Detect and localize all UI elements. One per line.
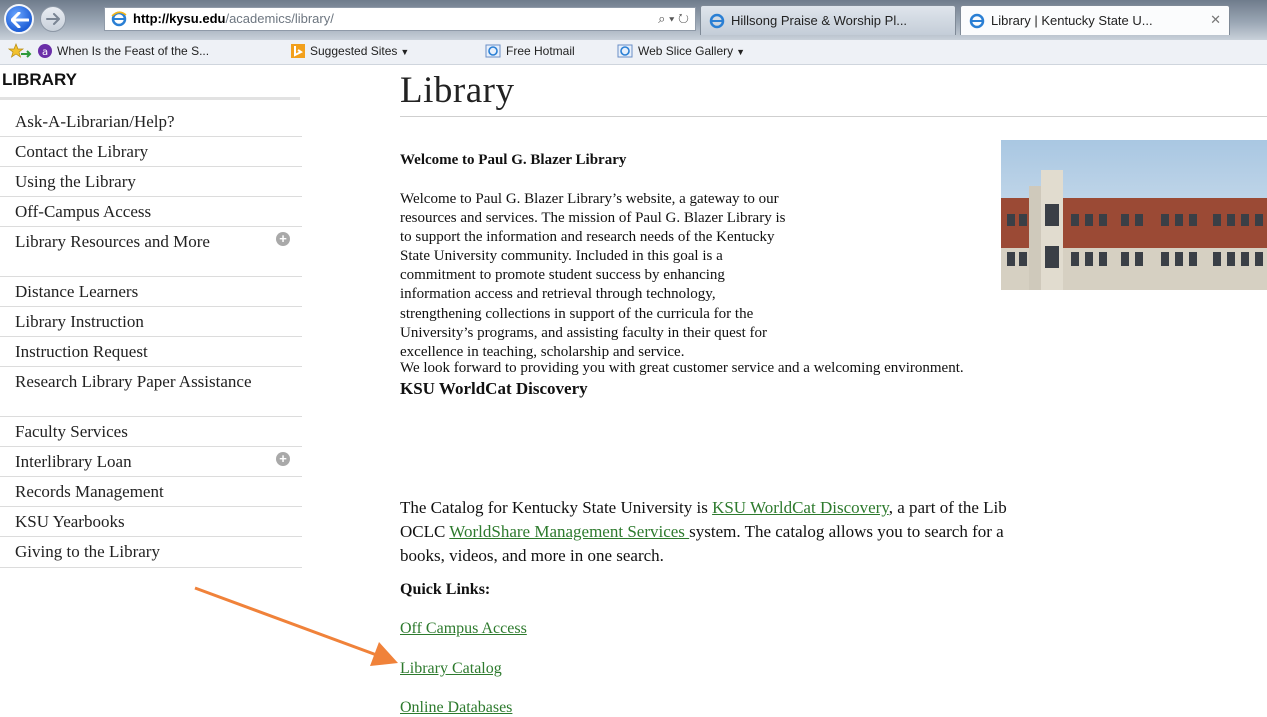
chevron-down-icon: ▼ bbox=[400, 47, 410, 57]
welcome-line: State University community. Included in … bbox=[400, 248, 723, 265]
sidebar-item-contact[interactable]: Contact the Library bbox=[0, 137, 302, 167]
quick-link-off-campus[interactable]: Off Campus Access bbox=[400, 620, 527, 638]
address-bar[interactable]: http://kysu.edu/academics/library/ ⌕ ▾ ↻ bbox=[104, 7, 696, 31]
welcome-line: excellence in teaching, scholarship and … bbox=[400, 343, 685, 360]
page-title: Library bbox=[400, 70, 515, 111]
browser-titlebar: http://kysu.edu/academics/library/ ⌕ ▾ ↻… bbox=[0, 0, 1267, 40]
library-building-image bbox=[1001, 140, 1267, 290]
ie-page-icon bbox=[485, 44, 501, 61]
ie-tab-icon bbox=[709, 13, 725, 29]
back-button[interactable] bbox=[4, 4, 34, 34]
favorites-star-icon[interactable] bbox=[7, 43, 32, 62]
title-divider bbox=[400, 116, 1267, 117]
expand-plus-icon[interactable]: + bbox=[276, 232, 290, 246]
tab-title: Hillsong Praise & Worship Pl... bbox=[731, 13, 908, 28]
welcome-line: Welcome to Paul G. Blazer Library’s webs… bbox=[400, 191, 779, 207]
sidebar-heading: LIBRARY bbox=[0, 70, 300, 100]
feast-site-icon: a bbox=[38, 44, 52, 61]
favorite-feast[interactable]: a When Is the Feast of the S... bbox=[38, 44, 209, 61]
address-url[interactable]: http://kysu.edu/academics/library/ bbox=[133, 11, 334, 26]
catalog-text: , a part of the Lib bbox=[888, 498, 1007, 517]
ie-page-icon bbox=[617, 44, 633, 61]
catalog-text: system. The catalog allows you to search… bbox=[689, 522, 1004, 541]
chevron-down-icon: ▼ bbox=[736, 47, 746, 57]
sidebar-item-library-instruction[interactable]: Library Instruction bbox=[0, 307, 302, 337]
svg-text:a: a bbox=[42, 47, 48, 58]
tab-hillsong[interactable]: Hillsong Praise & Worship Pl... bbox=[700, 5, 956, 35]
tab-library[interactable]: Library | Kentucky State U... ✕ bbox=[960, 5, 1230, 35]
welcome-line: commitment to promote student success by… bbox=[400, 267, 725, 284]
sidebar-item-records-management[interactable]: Records Management bbox=[0, 477, 302, 507]
quick-link-library-catalog[interactable]: Library Catalog bbox=[400, 660, 502, 678]
sidebar-item-instruction-request[interactable]: Instruction Request bbox=[0, 337, 302, 367]
sidebar-item-ask-a-librarian[interactable]: Ask-A-Librarian/Help? bbox=[0, 107, 302, 137]
welcome-paragraph: Welcome to Paul G. Blazer Library’s webs… bbox=[400, 190, 980, 362]
catalog-text: books, videos, and more in one search. bbox=[400, 546, 664, 565]
sidebar-item-research-paper[interactable]: Research Library Paper Assistance bbox=[0, 367, 302, 417]
favorite-web-slice-gallery[interactable]: Web Slice Gallery ▼ bbox=[617, 44, 745, 61]
forward-arrow-icon bbox=[46, 13, 60, 25]
browser-chrome: http://kysu.edu/academics/library/ ⌕ ▾ ↻… bbox=[0, 0, 1267, 65]
worldshare-link[interactable]: WorldShare Management Services bbox=[449, 522, 689, 541]
favorite-free-hotmail[interactable]: Free Hotmail bbox=[485, 44, 575, 61]
catalog-text: OCLC bbox=[400, 522, 450, 541]
sidebar-item-giving[interactable]: Giving to the Library bbox=[0, 537, 302, 568]
welcome-line: to support the information and research … bbox=[400, 229, 775, 246]
favorites-bar: a When Is the Feast of the S... Suggested… bbox=[0, 40, 1267, 65]
quick-link-online-databases[interactable]: Online Databases bbox=[400, 699, 512, 717]
expand-plus-icon[interactable]: + bbox=[276, 452, 290, 466]
sidebar-item-off-campus[interactable]: Off-Campus Access bbox=[0, 197, 302, 227]
sidebar-item-using-library[interactable]: Using the Library bbox=[0, 167, 302, 197]
welcome-line: resources and services. The mission of P… bbox=[400, 210, 786, 227]
sidebar-item-yearbooks[interactable]: KSU Yearbooks bbox=[0, 507, 302, 537]
ie-tab-icon bbox=[969, 13, 985, 29]
favorite-suggested-sites[interactable]: Suggested Sites ▼ bbox=[291, 44, 409, 61]
worldcat-discovery-link[interactable]: KSU WorldCat Discovery bbox=[712, 498, 889, 517]
back-arrow-icon bbox=[11, 12, 29, 28]
sidebar-item-distance-learners[interactable]: Distance Learners bbox=[0, 277, 302, 307]
catalog-text: The Catalog for Kentucky State Universit… bbox=[400, 498, 713, 517]
welcome-heading: Welcome to Paul G. Blazer Library bbox=[400, 152, 627, 168]
worldcat-heading: KSU WorldCat Discovery bbox=[400, 379, 588, 398]
close-tab-icon[interactable]: ✕ bbox=[1210, 12, 1221, 28]
welcome-closing: We look forward to providing you with gr… bbox=[400, 360, 964, 376]
ie-page-icon bbox=[111, 11, 127, 27]
forward-button[interactable] bbox=[40, 6, 66, 32]
welcome-line: strengthening collections in support of … bbox=[400, 305, 754, 322]
search-refresh-icon[interactable]: ⌕ ▾ ↻ bbox=[658, 11, 689, 27]
welcome-line: information access and retrieval through… bbox=[400, 286, 716, 303]
sidebar-item-library-resources[interactable]: Library Resources and More + bbox=[0, 227, 302, 277]
tab-title: Library | Kentucky State U... bbox=[991, 13, 1153, 28]
sidebar-item-interlibrary-loan[interactable]: Interlibrary Loan + bbox=[0, 447, 302, 477]
welcome-line: University’s programs, and assisting fac… bbox=[400, 324, 768, 341]
quick-links-heading: Quick Links: bbox=[400, 581, 491, 598]
bing-icon bbox=[291, 44, 305, 61]
sidebar-item-faculty-services[interactable]: Faculty Services bbox=[0, 417, 302, 447]
catalog-paragraph: The Catalog for Kentucky State Universit… bbox=[400, 496, 1007, 568]
